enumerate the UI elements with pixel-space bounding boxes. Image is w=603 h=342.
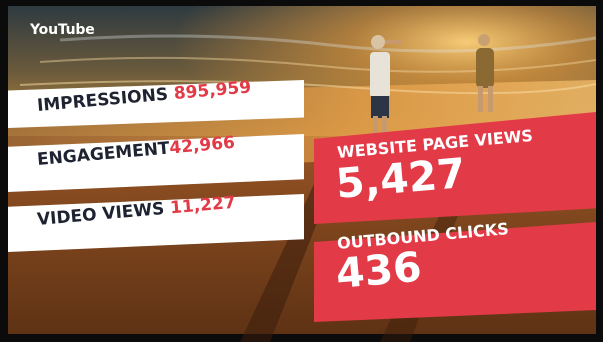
social-stats-card: YouTube IMPRESSIONS 895,959 ENGAGEMENT42… <box>0 0 603 342</box>
highlight-website-page-views-value: 5,427 <box>333 148 468 208</box>
highlight-outbound-clicks-value: 436 <box>333 242 424 298</box>
platform-name: YouTube <box>30 22 95 38</box>
